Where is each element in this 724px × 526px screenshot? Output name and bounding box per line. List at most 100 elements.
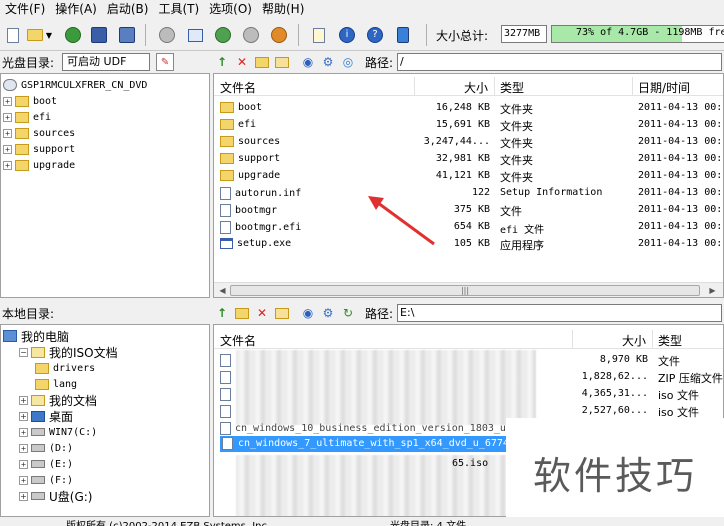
local-tree-item[interactable]: + WIN7(C:) [19, 424, 97, 440]
expand-icon[interactable]: − [19, 347, 28, 357]
scroll-thumb[interactable]: ||| [230, 285, 700, 296]
expand-icon[interactable]: + [19, 427, 28, 437]
disc-col-size[interactable]: 大小 [464, 79, 488, 96]
local-file-row[interactable]: 4,365,31... iso 文件 [214, 386, 723, 403]
local-rename-button[interactable] [273, 304, 291, 322]
disc-file-row[interactable]: upgrade 41,121 KB 文件夹 2011-04-13 00:1 [214, 168, 723, 185]
local-file-row[interactable]: 1,828,62... ZIP 压缩文件 [214, 369, 723, 386]
file-name: efi [238, 119, 257, 130]
local-tree-item[interactable]: + (D:) [19, 440, 73, 456]
expand-icon[interactable]: + [19, 459, 28, 469]
expand-icon[interactable]: + [19, 395, 28, 405]
properties-button[interactable] [308, 24, 330, 46]
local-tree-item[interactable]: + 桌面 [19, 408, 73, 424]
compress-button[interactable] [212, 24, 234, 46]
disc-file-row[interactable]: autorun.inf 122 Setup Information 2011-04-1… [214, 185, 723, 202]
extract-button[interactable] [62, 24, 84, 46]
local-tree-item[interactable]: + 我的文档 [19, 392, 97, 408]
boot-mode-select[interactable]: 可启动 UDF [62, 53, 151, 71]
expand-icon[interactable]: + [19, 491, 28, 501]
local-new-folder-button[interactable] [233, 304, 251, 322]
disc-path-label: 路径: [365, 55, 394, 70]
menu-file[interactable]: 文件(F) [0, 0, 50, 17]
local-tree-item[interactable]: lang [35, 376, 77, 392]
save-button[interactable] [88, 24, 110, 46]
open-button[interactable] [24, 24, 46, 46]
exit-button[interactable] [392, 24, 414, 46]
expand-icon[interactable]: + [3, 96, 12, 106]
arrow-shaft [373, 198, 435, 246]
menu-boot[interactable]: 启动(B) [102, 0, 154, 17]
local-delete-button[interactable]: ✕ [253, 304, 271, 322]
mount-button[interactable] [184, 24, 206, 46]
expand-icon[interactable]: + [3, 144, 12, 154]
disc-delete-button[interactable]: ✕ [233, 53, 251, 71]
disc-tree-item[interactable]: + efi [3, 109, 51, 125]
local-up-button[interactable]: ↑ [213, 304, 231, 322]
scroll-right-icon[interactable]: ▶ [706, 284, 719, 297]
disc-rename-button[interactable] [273, 53, 291, 71]
disc-hscrollbar[interactable]: ◀ ||| ▶ [214, 282, 723, 297]
folder-icon [35, 378, 49, 390]
disc-file-row[interactable]: sources 3,247,44... 文件夹 2011-04-13 00:1 [214, 134, 723, 151]
burn-button[interactable] [156, 24, 178, 46]
documents-icon [31, 394, 45, 406]
local-tree-item[interactable]: 我的电脑 [3, 328, 69, 344]
help-button[interactable]: ? [364, 24, 386, 46]
local-tree-item[interactable]: + U盘(G:) [19, 488, 93, 504]
disc-new-folder-button[interactable] [253, 53, 271, 71]
disc-up-button[interactable]: ↑ [213, 53, 231, 71]
disc-tree-root[interactable]: GSP1RMCULXFRER_CN_DVD [3, 77, 147, 93]
disc-file-row[interactable]: efi 15,691 KB 文件夹 2011-04-13 00:1 [214, 117, 723, 134]
disc-settings-button[interactable]: ⚙ [319, 53, 337, 71]
disc-tree-item[interactable]: + support [3, 141, 75, 157]
menu-tools[interactable]: 工具(T) [153, 0, 204, 17]
local-file-row[interactable]: cn_windows_10_business_edition_version_1… [220, 420, 540, 437]
open-dropdown[interactable]: ▼ [44, 24, 54, 46]
menu-action[interactable]: 操作(A) [50, 0, 102, 17]
disc-file-row[interactable]: bootmgr.efi 654 KB efi 文件 2011-04-13 00:1 [214, 219, 723, 236]
tools-button[interactable] [268, 24, 290, 46]
disc-view-button[interactable]: ◎ [339, 53, 357, 71]
disc-file-row[interactable]: boot 16,248 KB 文件夹 2011-04-13 00:1 [214, 100, 723, 117]
disc-tree-item[interactable]: + boot [3, 93, 57, 109]
disc-refresh-button[interactable]: ◉ [299, 53, 317, 71]
expand-icon[interactable]: + [3, 128, 12, 138]
properties-small-button[interactable]: ✎ [156, 53, 175, 71]
disc-col-name[interactable]: 文件名 [220, 79, 256, 96]
local-tree-item[interactable]: − 我的ISO文档 [19, 344, 118, 360]
save-as-button[interactable] [116, 24, 138, 46]
disc-col-date[interactable]: 日期/时间 [638, 79, 690, 96]
menu-help[interactable]: 帮助(H) [257, 0, 309, 17]
disc-col-type[interactable]: 类型 [500, 79, 524, 96]
disc-tree-item[interactable]: + upgrade [3, 157, 75, 173]
local-col-type[interactable]: 类型 [658, 332, 682, 349]
local-refresh-button[interactable]: ◉ [299, 304, 317, 322]
local-path-input[interactable]: E:\ [397, 304, 722, 322]
disc-file-row[interactable]: support 32,981 KB 文件夹 2011-04-13 00:1 [214, 151, 723, 168]
disc-path-input[interactable]: / [397, 53, 722, 71]
info-button[interactable]: i [336, 24, 358, 46]
local-col-size[interactable]: 大小 [622, 332, 646, 349]
local-col-name[interactable]: 文件名 [220, 332, 256, 349]
verify-button[interactable] [240, 24, 262, 46]
disc-file-row[interactable]: bootmgr 375 KB 文件 2011-04-13 00:1 [214, 202, 723, 219]
expand-icon[interactable]: + [19, 443, 28, 453]
disc-tree-item[interactable]: + sources [3, 125, 75, 141]
expand-icon[interactable]: + [19, 475, 28, 485]
expand-icon[interactable]: + [3, 112, 12, 122]
scroll-left-icon[interactable]: ◀ [216, 284, 229, 297]
local-tree-item[interactable]: + (F:) [19, 472, 73, 488]
local-settings-button[interactable]: ⚙ [319, 304, 337, 322]
new-button[interactable] [2, 24, 24, 46]
local-file-row[interactable]: 8,970 KB 文件 [214, 352, 723, 369]
expand-icon[interactable]: + [19, 411, 28, 421]
disc-header: 光盘目录: 可启动 UDF ✎ [0, 51, 210, 73]
local-tree-item[interactable]: drivers [35, 360, 95, 376]
menu-options[interactable]: 选项(O) [204, 0, 257, 17]
disc-file-row[interactable]: setup.exe 105 KB 应用程序 2011-04-13 00:1 [214, 236, 723, 253]
local-tree-item[interactable]: + (E:) [19, 456, 73, 472]
selected-file-row[interactable]: cn_windows_7_ultimate_with_sp1_x64_dvd_u… [220, 436, 512, 452]
expand-icon[interactable]: + [3, 160, 12, 170]
local-reload-button[interactable]: ↻ [339, 304, 357, 322]
